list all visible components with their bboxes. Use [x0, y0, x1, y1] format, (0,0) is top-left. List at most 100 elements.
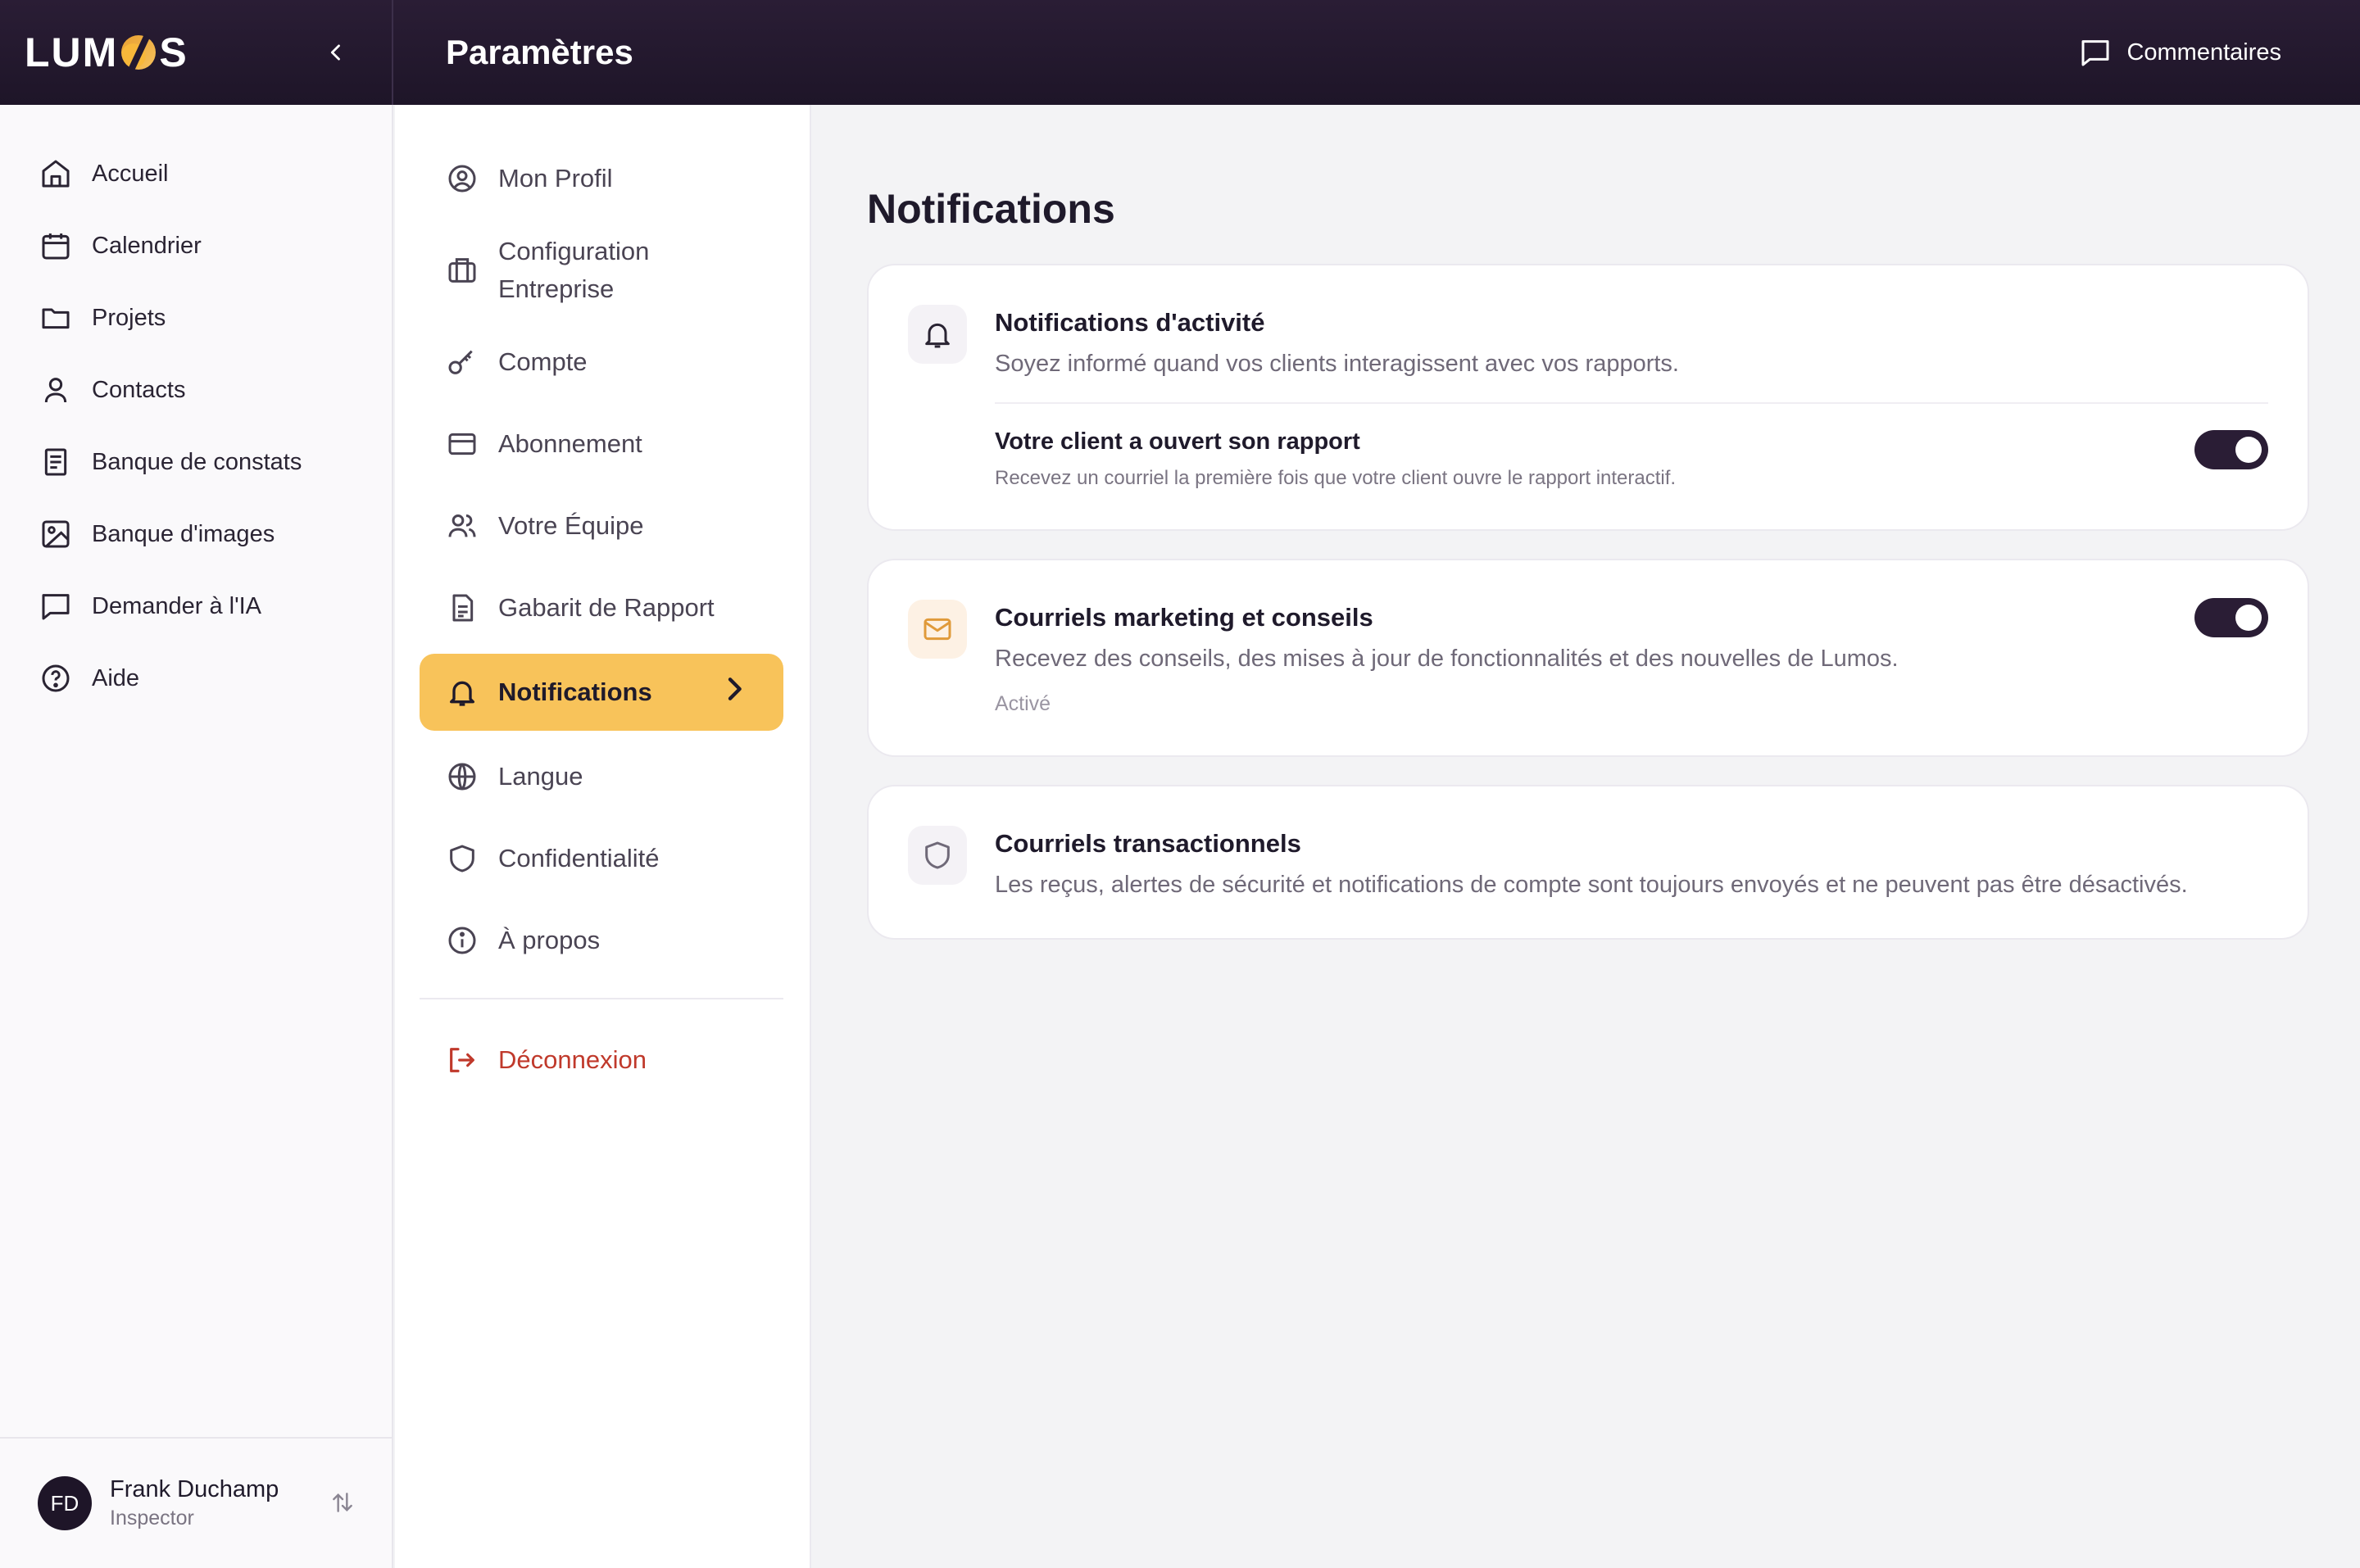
brand-area: LUM S — [0, 0, 393, 105]
logout-label: Déconnexion — [498, 1045, 647, 1074]
team-icon — [448, 514, 476, 537]
lumos-logo[interactable]: LUM S — [25, 29, 188, 76]
settings-item-compte[interactable]: Compte — [420, 321, 783, 403]
settings-item-a-propos[interactable]: À propos — [420, 900, 783, 981]
settings-item-notifications[interactable]: Notifications — [420, 654, 783, 731]
sidebar-item-aide[interactable]: Aide — [0, 642, 392, 714]
settings-item-abonnement[interactable]: Abonnement — [420, 403, 783, 485]
sidebar-item-label: Banque de constats — [92, 448, 302, 475]
marketing-emails-card: Courriels marketing et conseils Recevez … — [867, 559, 2309, 757]
transactional-emails-card: Courriels transactionnels Les reçus, ale… — [867, 785, 2309, 940]
card-header: Courriels transactionnels Les reçus, ale… — [908, 826, 2268, 899]
section-title: Notifications — [867, 186, 1115, 232]
card-header: Notifications d'activité Soyez informé q… — [908, 305, 2268, 378]
feedback-button[interactable]: Commentaires — [2079, 36, 2281, 69]
card-icon-wrapper — [908, 305, 967, 364]
sidebar-item-contacts[interactable]: Contacts — [0, 354, 392, 426]
document-icon — [44, 448, 67, 476]
credit-card-icon — [448, 433, 476, 455]
main-sidebar: Accueil Calendrier Projets Contacts Banq… — [0, 105, 393, 1568]
chat-icon — [42, 594, 70, 620]
user-info: Frank Duchamp Inspector — [110, 1476, 279, 1530]
logout-icon — [450, 1048, 474, 1072]
activity-notifications-card: Notifications d'activité Soyez informé q… — [867, 264, 2309, 531]
chevron-right-icon — [718, 673, 751, 712]
settings-item-label: Langue — [498, 762, 583, 791]
card-title: Courriels transactionnels — [995, 829, 1301, 858]
sidebar-item-calendrier[interactable]: Calendrier — [0, 210, 392, 282]
user-profile-switcher[interactable]: FD Frank Duchamp Inspector — [0, 1437, 393, 1568]
card-text: Courriels marketing et conseils Recevez … — [995, 600, 1899, 716]
marketing-emails-toggle[interactable] — [2194, 598, 2268, 637]
sidebar-item-label: Projets — [92, 304, 166, 331]
sidebar-item-label: Demander à l'IA — [92, 592, 262, 619]
settings-item-label: Confidentialité — [498, 844, 660, 872]
sidebar-item-label: Contacts — [92, 376, 186, 403]
shield-icon — [450, 845, 474, 872]
profile-icon — [448, 165, 476, 193]
card-title: Notifications d'activité — [995, 308, 1265, 337]
feedback-label: Commentaires — [2126, 39, 2281, 66]
message-square-icon — [2081, 40, 2109, 66]
globe-icon — [448, 763, 476, 791]
sidebar-item-accueil[interactable]: Accueil — [0, 138, 392, 210]
card-text: Notifications d'activité Soyez informé q… — [995, 305, 1679, 378]
sidebar-item-projets[interactable]: Projets — [0, 282, 392, 354]
card-header: Courriels marketing et conseils Recevez … — [908, 600, 2268, 716]
report-opened-toggle[interactable] — [2194, 430, 2268, 469]
settings-item-mon-profil[interactable]: Mon Profil — [420, 138, 783, 220]
card-icon-wrapper — [908, 826, 967, 885]
card-title: Courriels marketing et conseils — [995, 603, 1373, 632]
settings-menu: Mon Profil Configuration Entreprise Comp… — [395, 105, 811, 1568]
key-icon — [448, 350, 473, 374]
sub-setting-title: Votre client a ouvert son rapport — [995, 428, 1360, 455]
sub-setting-description: Recevez un courriel la première fois que… — [995, 467, 1677, 489]
collapse-sidebar-button[interactable] — [320, 36, 352, 69]
logout-button[interactable]: Déconnexion — [420, 1019, 783, 1101]
briefcase-icon — [448, 258, 476, 283]
status-label: Activé — [995, 692, 1051, 715]
help-icon — [42, 664, 70, 692]
mail-icon — [924, 618, 951, 641]
file-icon — [452, 594, 474, 622]
logo-text-right: S — [159, 29, 188, 75]
sidebar-item-label: Accueil — [92, 160, 169, 187]
settings-item-label: Configuration Entreprise — [498, 237, 650, 303]
card-description: Les reçus, alertes de sécurité et notifi… — [995, 872, 2188, 898]
page-title: Paramètres — [446, 33, 633, 71]
card-icon-wrapper — [908, 600, 967, 659]
app-window: LUM S Paramètres Commentaires Accueil Cal… — [0, 0, 2360, 1568]
settings-item-gabarit-rapport[interactable]: Gabarit de Rapport — [420, 567, 783, 649]
logo-o-icon — [121, 35, 157, 70]
user-name: Frank Duchamp — [110, 1476, 279, 1502]
image-icon — [42, 520, 70, 548]
chevron-left-icon — [330, 44, 340, 61]
card-description: Recevez des conseils, des mises à jour d… — [995, 646, 1899, 672]
sub-setting-text: Votre client a ouvert son rapport Receve… — [995, 428, 1676, 490]
settings-item-label: À propos — [498, 926, 601, 954]
logo-text-left: LUM — [25, 29, 119, 75]
sidebar-item-demander-ia[interactable]: Demander à l'IA — [0, 570, 392, 642]
bell-icon — [925, 323, 950, 348]
folder-icon — [42, 308, 70, 329]
user-role: Inspector — [110, 1507, 194, 1529]
settings-item-label: Abonnement — [498, 429, 642, 458]
settings-item-label: Notifications — [498, 678, 652, 706]
user-icon — [44, 378, 67, 403]
sidebar-item-banque-images[interactable]: Banque d'images — [0, 498, 392, 570]
settings-item-langue[interactable]: Langue — [420, 736, 783, 818]
sidebar-item-label: Banque d'images — [92, 520, 275, 547]
sidebar-item-banque-constats[interactable]: Banque de constats — [0, 426, 392, 498]
avatar: FD — [38, 1476, 92, 1530]
sidebar-item-label: Aide — [92, 664, 140, 691]
info-icon — [448, 927, 476, 954]
settings-item-votre-equipe[interactable]: Votre Équipe — [420, 485, 783, 567]
switch-account-icon[interactable] — [329, 1489, 356, 1522]
calendar-icon — [42, 233, 70, 260]
settings-item-configuration-entreprise[interactable]: Configuration Entreprise — [420, 220, 783, 321]
main-content: Notifications Notifications d'activité S… — [867, 105, 2309, 968]
shield-icon — [925, 841, 950, 869]
settings-item-label: Gabarit de Rapport — [498, 593, 715, 622]
settings-item-confidentialite[interactable]: Confidentialité — [420, 818, 783, 900]
menu-divider — [420, 998, 783, 999]
